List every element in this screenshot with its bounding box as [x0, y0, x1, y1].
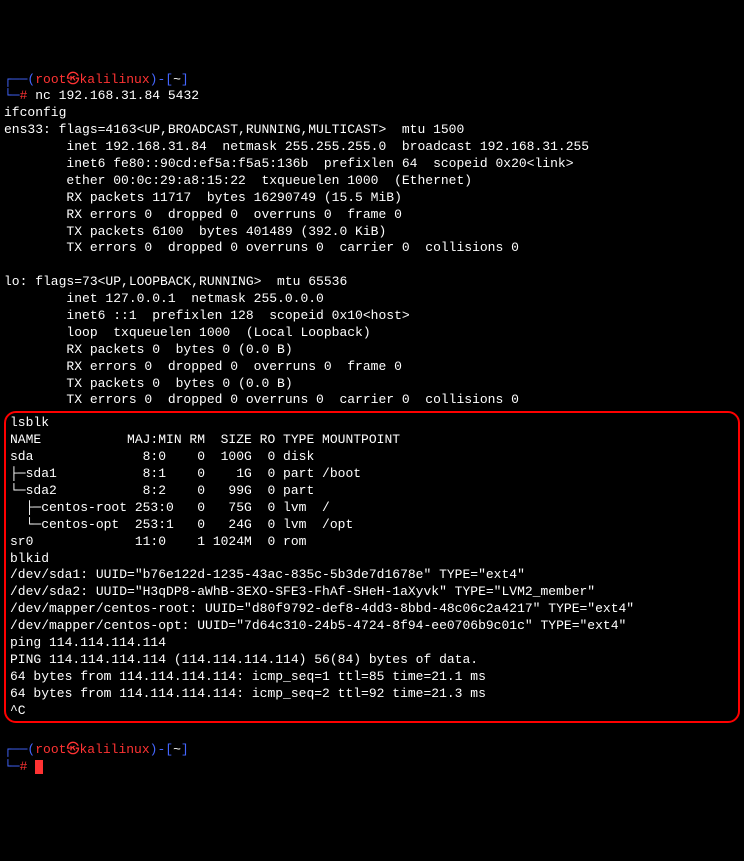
boxed-output: lsblk NAME MAJ:MIN RM SIZE RO TYPE MOUNT… [10, 415, 634, 717]
prompt-user: root [35, 742, 66, 757]
prompt-dash: ┌──( [4, 742, 35, 757]
prompt-host: kalilinux [79, 742, 149, 757]
prompt-hash: # [20, 759, 28, 774]
prompt-path: ~ [173, 72, 181, 87]
prompt-user: root [35, 72, 66, 87]
prompt-prefix: └─ [4, 88, 20, 103]
highlighted-output-box: lsblk NAME MAJ:MIN RM SIZE RO TYPE MOUNT… [4, 411, 740, 723]
prompt-line-2: └─# nc 192.168.31.84 5432 [4, 88, 740, 105]
prompt-host: kalilinux [79, 72, 149, 87]
prompt-close: )-[ [150, 72, 173, 87]
prompt-close: )-[ [150, 742, 173, 757]
prompt-at: ㉿ [66, 742, 79, 757]
prompt-prefix: └─ [4, 759, 20, 774]
prompt-at: ㉿ [66, 72, 79, 87]
prompt-line-1: ┌──(root㉿kalilinux)-[~] [4, 72, 740, 89]
prompt-end: ] [181, 742, 189, 757]
prompt-line-1: ┌──(root㉿kalilinux)-[~] [4, 742, 740, 759]
command-text: nc 192.168.31.84 5432 [35, 88, 199, 103]
cursor [35, 760, 43, 774]
terminal[interactable]: ┌──(root㉿kalilinux)-[~]└─# nc 192.168.31… [4, 72, 740, 777]
ifconfig-output: ifconfig ens33: flags=4163<UP,BROADCAST,… [4, 105, 589, 407]
prompt-dash: ┌──( [4, 72, 35, 87]
prompt-line-2: └─# [4, 759, 740, 776]
prompt-end: ] [181, 72, 189, 87]
prompt-path: ~ [173, 742, 181, 757]
